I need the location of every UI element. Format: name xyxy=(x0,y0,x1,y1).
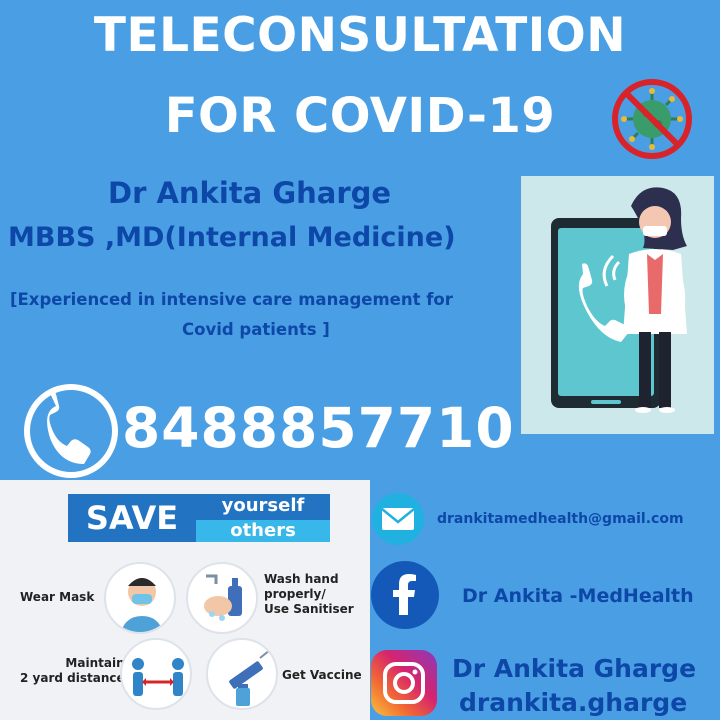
vaccine-label: Get Vaccine xyxy=(282,668,362,682)
phone-icon xyxy=(24,384,118,478)
mask-icon xyxy=(104,562,176,634)
distance-line-2: 2 yard distance xyxy=(20,671,125,685)
wear-mask-label: Wear Mask xyxy=(20,590,95,604)
vaccine-icon xyxy=(206,638,278,710)
wash-hand-label: Wash hand properly/ Use Sanitiser xyxy=(264,572,354,617)
wash-hand-line-2: properly/ xyxy=(264,587,326,601)
facebook-page[interactable]: Dr Ankita -MedHealth xyxy=(462,585,694,607)
doctor-experience-line-1: [Experienced in intensive care managemen… xyxy=(10,290,453,309)
save-banner: SAVE yourself others xyxy=(68,494,330,542)
facebook-icon xyxy=(371,561,439,629)
doctor-degree: MBBS ,MD(Internal Medicine) xyxy=(8,222,456,253)
instagram-name[interactable]: Dr Ankita Gharge xyxy=(452,654,696,683)
distance-label: Maintain 2 yard distance xyxy=(20,656,125,686)
title-line-1: TELECONSULTATION xyxy=(93,8,627,63)
save-yourself-label: yourself xyxy=(196,494,330,520)
distance-line-1: Maintain xyxy=(65,656,125,670)
instagram-handle[interactable]: drankita.gharge xyxy=(459,688,687,717)
instagram-icon xyxy=(371,650,437,716)
email-address[interactable]: drankitamedhealth@gmail.com xyxy=(437,511,684,527)
sanitiser-icon xyxy=(186,562,258,634)
wash-hand-line-1: Wash hand xyxy=(264,572,339,586)
wash-hand-line-3: Use Sanitiser xyxy=(264,602,354,616)
teleconsult-illustration xyxy=(521,176,714,434)
save-others-label: others xyxy=(196,520,330,542)
distance-icon xyxy=(120,638,192,710)
no-covid-icon xyxy=(612,79,692,159)
save-label: SAVE xyxy=(68,494,196,542)
doctor-name: Dr Ankita Gharge xyxy=(108,176,392,210)
doctor-experience-line-2: Covid patients ] xyxy=(182,320,330,339)
email-icon xyxy=(372,493,424,545)
phone-number[interactable]: 8488857710 xyxy=(122,396,515,460)
safety-tips-panel: SAVE yourself others Wear Mask Wash hand… xyxy=(0,480,370,720)
